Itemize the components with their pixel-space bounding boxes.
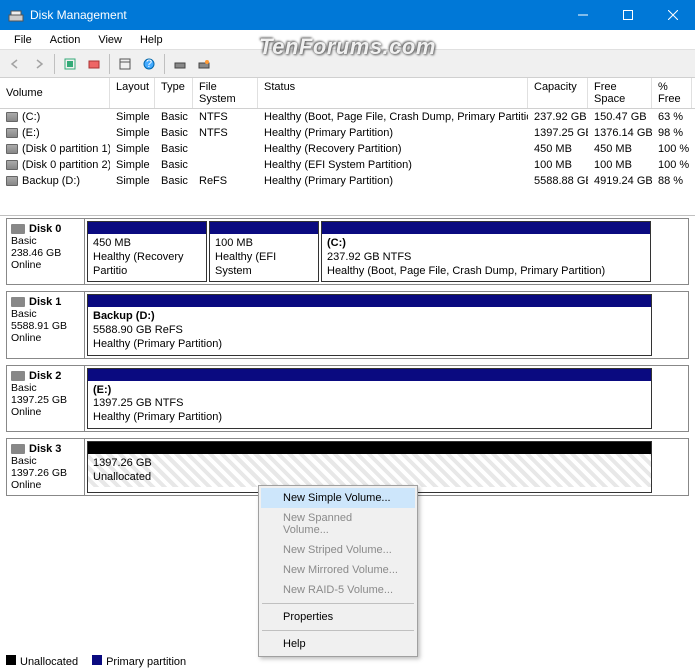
disk-icon (11, 224, 25, 234)
col-volume[interactable]: Volume (0, 78, 110, 108)
partition-box[interactable]: Backup (D:)5588.90 GB ReFSHealthy (Prima… (87, 294, 652, 355)
col-filesystem[interactable]: File System (193, 78, 258, 108)
title-bar: Disk Management (0, 0, 695, 30)
col-type[interactable]: Type (155, 78, 193, 108)
toolbar-separator (109, 54, 110, 74)
window-title: Disk Management (30, 8, 560, 22)
legend: Unallocated Primary partition (6, 655, 186, 668)
ctx-separator (262, 630, 414, 631)
legend-unallocated: Unallocated (20, 656, 78, 668)
toolbar-button-3[interactable] (114, 53, 136, 75)
volume-row[interactable]: (C:) Simple Basic NTFS Healthy (Boot, Pa… (0, 109, 695, 125)
toolbar-button-2[interactable] (83, 53, 105, 75)
disk-info[interactable]: Disk 1 Basic5588.91 GBOnline (7, 292, 85, 357)
partition-box[interactable]: (E:)1397.25 GB NTFSHealthy (Primary Part… (87, 368, 652, 429)
drive-icon (6, 128, 18, 138)
help-button[interactable]: ? (138, 53, 160, 75)
disk-info[interactable]: Disk 3 Basic1397.26 GBOnline (7, 439, 85, 495)
ctx-new-spanned-volume: New Spanned Volume... (261, 508, 415, 540)
volume-row[interactable]: (Disk 0 partition 2) Simple Basic Health… (0, 157, 695, 173)
back-button[interactable] (4, 53, 26, 75)
col-pctfree[interactable]: % Free (652, 78, 692, 108)
app-icon (8, 7, 24, 23)
ctx-new-raid5-volume: New RAID-5 Volume... (261, 580, 415, 600)
col-status[interactable]: Status (258, 78, 528, 108)
forward-button[interactable] (28, 53, 50, 75)
disk-icon (11, 297, 25, 307)
legend-primary: Primary partition (106, 656, 186, 668)
toolbar: ? (0, 50, 695, 78)
ctx-new-mirrored-volume: New Mirrored Volume... (261, 560, 415, 580)
ctx-separator (262, 603, 414, 604)
ctx-properties[interactable]: Properties (261, 607, 415, 627)
maximize-button[interactable] (605, 0, 650, 30)
volume-row[interactable]: Backup (D:) Simple Basic ReFS Healthy (P… (0, 173, 695, 189)
menu-file[interactable]: File (6, 32, 40, 48)
disk-info[interactable]: Disk 0 Basic238.46 GBOnline (7, 219, 85, 284)
toolbar-button-4[interactable] (169, 53, 191, 75)
drive-icon (6, 160, 18, 170)
disk-icon (11, 371, 25, 381)
col-freespace[interactable]: Free Space (588, 78, 652, 108)
drive-icon (6, 176, 18, 186)
volume-row[interactable]: (Disk 0 partition 1) Simple Basic Health… (0, 141, 695, 157)
partition-box[interactable]: (C:)237.92 GB NTFSHealthy (Boot, Page Fi… (321, 221, 651, 282)
col-layout[interactable]: Layout (110, 78, 155, 108)
toolbar-button-5[interactable] (193, 53, 215, 75)
menu-action[interactable]: Action (42, 32, 89, 48)
ctx-help[interactable]: Help (261, 634, 415, 654)
partition-box[interactable]: 100 MBHealthy (EFI System (209, 221, 319, 282)
disk-row: Disk 0 Basic238.46 GBOnline450 MBHealthy… (6, 218, 689, 285)
disk-info[interactable]: Disk 2 Basic1397.25 GBOnline (7, 366, 85, 431)
menu-view[interactable]: View (90, 32, 130, 48)
toolbar-separator (164, 54, 165, 74)
context-menu: New Simple Volume... New Spanned Volume.… (258, 485, 418, 657)
partition-box[interactable]: 450 MBHealthy (Recovery Partitio (87, 221, 207, 282)
menu-help[interactable]: Help (132, 32, 171, 48)
drive-icon (6, 144, 18, 154)
ctx-new-striped-volume: New Striped Volume... (261, 540, 415, 560)
col-capacity[interactable]: Capacity (528, 78, 588, 108)
refresh-button[interactable] (59, 53, 81, 75)
disk-row: Disk 2 Basic1397.25 GBOnline(E:)1397.25 … (6, 365, 689, 432)
menu-bar: File Action View Help (0, 30, 695, 50)
close-button[interactable] (650, 0, 695, 30)
ctx-new-simple-volume[interactable]: New Simple Volume... (261, 488, 415, 508)
disk-row: Disk 1 Basic5588.91 GBOnlineBackup (D:)5… (6, 291, 689, 358)
volume-list[interactable]: Volume Layout Type File System Status Ca… (0, 78, 695, 216)
drive-icon (6, 112, 18, 122)
minimize-button[interactable] (560, 0, 605, 30)
disk-icon (11, 444, 25, 454)
svg-text:?: ? (146, 58, 152, 70)
volume-row[interactable]: (E:) Simple Basic NTFS Healthy (Primary … (0, 125, 695, 141)
volume-list-header: Volume Layout Type File System Status Ca… (0, 78, 695, 109)
toolbar-separator (54, 54, 55, 74)
